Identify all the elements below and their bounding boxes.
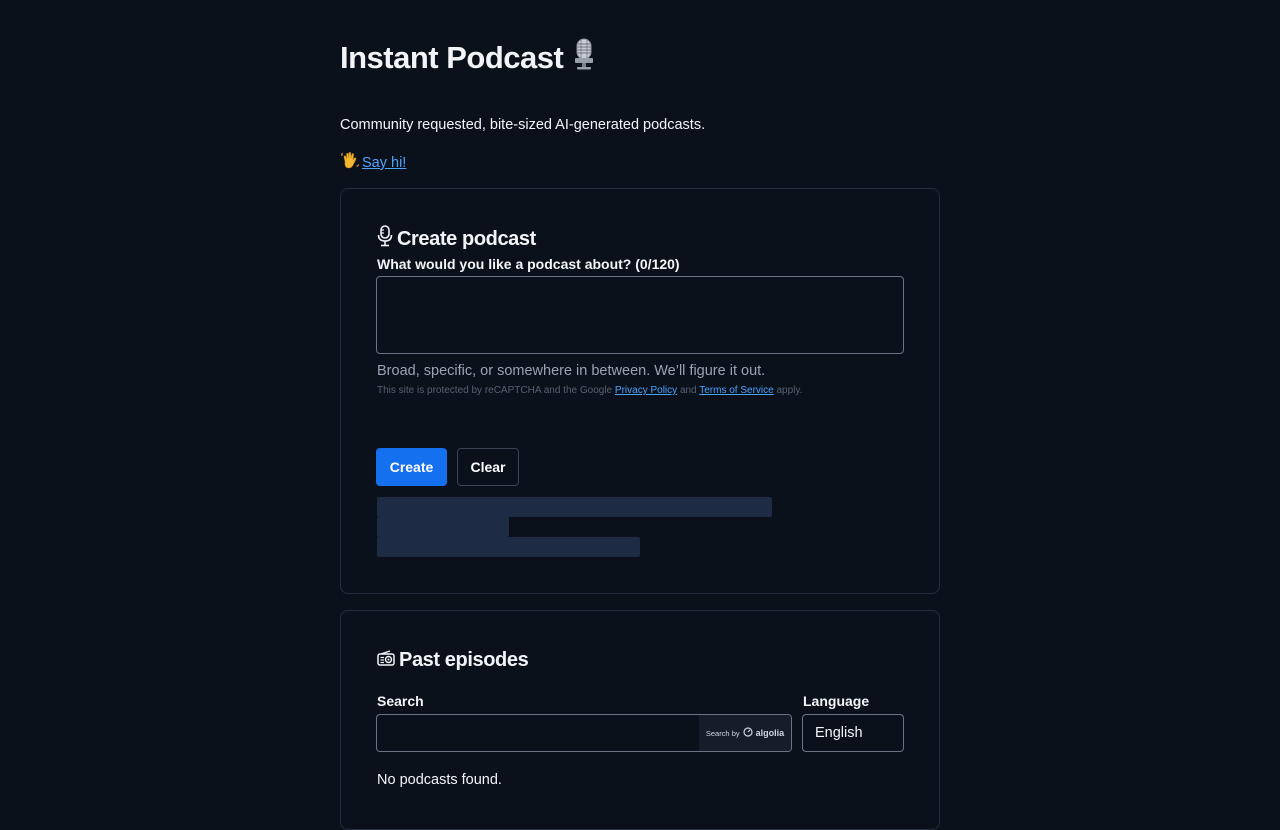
search-input[interactable]: Search by algolia: [376, 714, 792, 752]
past-episodes-card: Past episodes Search Language Search by …: [340, 610, 940, 830]
page-title: Instant Podcast: [340, 38, 597, 78]
waving-hand-icon: [340, 151, 360, 175]
loading-skeleton-line: [377, 497, 772, 517]
privacy-policy-link[interactable]: Privacy Policy: [615, 385, 677, 396]
loading-skeleton-line: [377, 537, 640, 557]
algolia-logo-icon: [743, 727, 753, 739]
page-title-text: Instant Podcast: [340, 40, 564, 75]
create-podcast-card: Create podcast What would you like a pod…: [340, 188, 940, 594]
algolia-brand-text: algolia: [755, 728, 785, 738]
studio-microphone-icon: [571, 38, 597, 78]
microphone-icon: [377, 225, 393, 253]
prompt-hint: Broad, specific, or somewhere in between…: [377, 363, 766, 379]
tagline: Community requested, bite-sized AI-gener…: [340, 117, 706, 133]
podcast-topic-textarea[interactable]: [376, 276, 904, 354]
create-podcast-heading-text: Create podcast: [397, 227, 536, 250]
radio-icon: [377, 649, 395, 672]
create-podcast-heading: Create podcast: [377, 225, 536, 253]
prompt-label: What would you like a podcast about? (0/…: [377, 256, 680, 272]
past-episodes-heading-text: Past episodes: [399, 649, 529, 671]
clear-button[interactable]: Clear: [457, 448, 519, 486]
search-by-algolia-badge[interactable]: Search by algolia: [699, 715, 791, 751]
say-hi-link[interactable]: Say hi!: [362, 155, 406, 171]
recaptcha-prefix: This site is protected by reCAPTCHA and …: [377, 385, 613, 396]
search-label: Search: [377, 693, 424, 709]
no-podcasts-message: No podcasts found.: [377, 772, 502, 788]
create-button[interactable]: Create: [376, 448, 447, 486]
recaptcha-and: and: [679, 385, 697, 396]
loading-skeleton-line: [377, 517, 509, 537]
recaptcha-apply: apply.: [776, 385, 803, 396]
say-hi-row: Say hi!: [340, 151, 406, 175]
language-select[interactable]: English: [802, 714, 904, 752]
recaptcha-notice: This site is protected by reCAPTCHA and …: [377, 385, 802, 396]
language-label: Language: [803, 693, 870, 709]
search-by-text: Search by: [705, 728, 740, 738]
past-episodes-heading: Past episodes: [377, 649, 529, 672]
terms-of-service-link[interactable]: Terms of Service: [699, 385, 773, 396]
